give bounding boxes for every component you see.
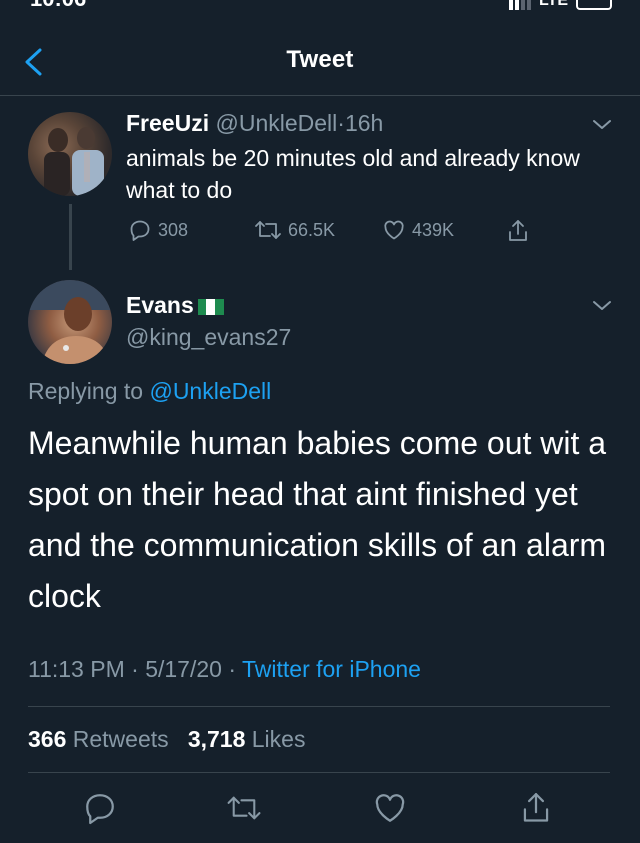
parent-tweet-menu-button[interactable] [591, 118, 613, 132]
replying-prefix: Replying to [28, 378, 144, 404]
like-count: 3,718 [187, 726, 246, 752]
parent-reply-button[interactable]: 308 [128, 218, 188, 242]
retweet-count: 366 [28, 726, 67, 752]
parent-handle[interactable]: @UnkleDell [215, 110, 337, 136]
parent-tweet-header: FreeUzi @UnkleDell·16h [126, 110, 383, 137]
parent-like-count: 439K [412, 219, 455, 240]
heart-icon [384, 220, 404, 240]
page-title: Tweet [286, 46, 354, 73]
share-icon [509, 220, 527, 241]
divider [28, 772, 610, 773]
share-button[interactable] [518, 790, 554, 826]
separator-dot: · [337, 110, 345, 136]
parent-retweet-count: 66.5K [288, 219, 336, 240]
parent-tweet-actions: 308 66.5K 439K [126, 218, 546, 248]
status-time: 10:06 [30, 0, 86, 12]
reply-icon [130, 220, 150, 241]
battery-icon [576, 0, 612, 10]
retweet-button[interactable] [226, 790, 262, 826]
navigation-bar: Tweet [0, 28, 640, 96]
parent-display-name[interactable]: FreeUzi [126, 110, 209, 136]
chevron-down-icon [593, 301, 611, 310]
reply-tweet-menu-button[interactable] [591, 299, 613, 313]
thread-connector [69, 204, 72, 270]
avatar-image [28, 280, 112, 364]
reply-display-name[interactable]: Evans [126, 292, 194, 319]
like-label: Likes [251, 726, 306, 752]
retweet-icon [255, 221, 281, 239]
parent-retweet-button[interactable]: 66.5K [254, 218, 335, 242]
like-button[interactable] [372, 790, 408, 826]
likes-stat[interactable]: 3,718 Likes [188, 726, 306, 752]
engagement-stats: 366 Retweets 3,718 Likes [28, 726, 305, 753]
status-bar: 10:06 LTE [0, 0, 640, 12]
timestamp-dot: · [131, 656, 139, 682]
reply-icon [86, 794, 114, 825]
parent-tweet-age: 16h [344, 110, 384, 136]
parent-reply-count: 308 [158, 219, 189, 240]
reply-button[interactable] [82, 790, 118, 826]
retweet-icon [227, 796, 261, 820]
avatar-image [44, 127, 104, 196]
divider [28, 706, 610, 707]
heart-icon [375, 794, 405, 822]
tweet-time: 11:13 PM [28, 656, 125, 682]
parent-share-button[interactable] [506, 218, 530, 244]
share-icon [523, 793, 549, 822]
timestamp-dot: · [228, 656, 237, 682]
parent-like-button[interactable]: 439K [382, 218, 454, 242]
status-indicators: LTE [508, 0, 612, 10]
tweet-source-link[interactable]: Twitter for iPhone [242, 656, 421, 682]
tweet-action-bar [0, 790, 640, 830]
tweet-date: 5/17/20 [145, 656, 222, 682]
replying-to-line: Replying to @UnkleDell [28, 378, 271, 405]
reply-handle[interactable]: @king_evans27 [126, 324, 291, 351]
reply-author-header: Evans [126, 292, 224, 319]
retweet-label: Retweets [72, 726, 169, 752]
signal-strength-icon [508, 0, 531, 10]
avatar-evans[interactable] [28, 280, 112, 364]
network-label: LTE [538, 0, 568, 9]
tweet-timestamp: 11:13 PM · 5/17/20 · Twitter for iPhone [28, 656, 421, 683]
avatar-freeuzi[interactable] [28, 112, 112, 196]
reply-tweet-text: Meanwhile human babies come out wit a sp… [28, 425, 607, 614]
chevron-down-icon [593, 120, 611, 129]
parent-tweet-text: animals be 20 minutes old and already kn… [126, 145, 580, 203]
nigeria-flag-icon [197, 298, 224, 315]
retweets-stat[interactable]: 366 Retweets [28, 726, 169, 752]
replying-to-mention[interactable]: @UnkleDell [149, 378, 271, 404]
